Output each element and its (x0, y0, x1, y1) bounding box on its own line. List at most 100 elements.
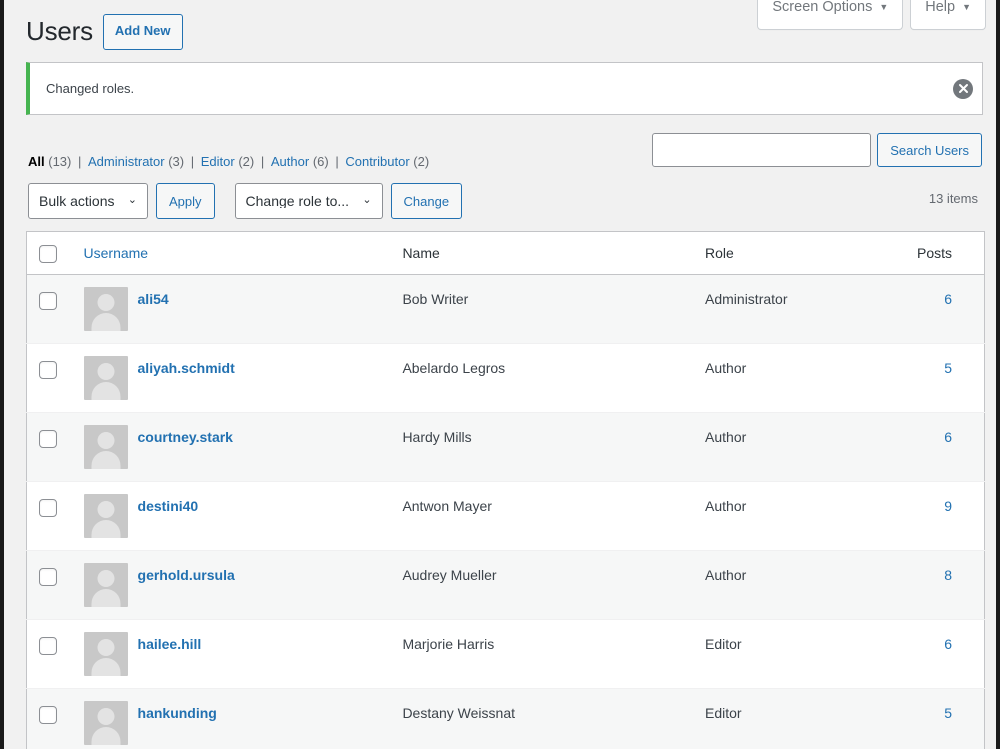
column-header-username: Username (73, 231, 393, 276)
user-cell: courtney.stark (83, 425, 383, 470)
username-link[interactable]: ali54 (138, 287, 169, 309)
users-table-body: ali54 Bob Writer Administrator 6 aliyah.… (26, 274, 985, 749)
filter-separator: | (260, 154, 265, 169)
table-row[interactable]: courtney.stark Hardy Mills Author 6 (26, 412, 985, 482)
help-tab[interactable]: Help ▼ (910, 0, 986, 30)
bulk-actions-toolbar: Bulk actions ⌄ Apply Change role to... ⌄… (28, 183, 463, 219)
select-all-checkbox[interactable] (39, 245, 57, 264)
screen-options-tab[interactable]: Screen Options ▼ (757, 0, 904, 30)
row-checkbox[interactable] (39, 636, 57, 655)
row-checkbox[interactable] (39, 498, 57, 517)
wp-admin-page: Screen Options ▼ Help ▼ Users Add New Ch… (8, 0, 996, 749)
filter-editor[interactable]: Editor (2) (201, 154, 254, 169)
row-checkbox[interactable] (39, 360, 57, 379)
row-select-cell (26, 550, 74, 620)
row-select-cell (26, 688, 74, 749)
chevron-down-icon: ▼ (962, 1, 971, 12)
filter-all[interactable]: All (13) (28, 154, 71, 169)
row-username-cell: courtney.stark (73, 412, 393, 482)
apply-button[interactable]: Apply (156, 183, 215, 219)
username-link[interactable]: gerhold.ursula (138, 563, 235, 585)
row-role-cell: Author (695, 481, 870, 551)
avatar (83, 425, 128, 470)
browser-window-frame: Screen Options ▼ Help ▼ Users Add New Ch… (0, 0, 1000, 749)
table-row[interactable]: destini40 Antwon Mayer Author 9 (26, 481, 985, 551)
filter-separator: | (335, 154, 339, 169)
user-cell: aliyah.schmidt (83, 356, 383, 401)
user-cell: ali54 (83, 287, 383, 332)
filter-author[interactable]: Author (6) (271, 154, 329, 169)
table-row[interactable]: gerhold.ursula Audrey Mueller Author 8 (26, 550, 985, 620)
username-link[interactable]: destini40 (138, 494, 199, 516)
change-role-button[interactable]: Change (390, 183, 463, 219)
avatar (83, 632, 128, 677)
select-all-header (26, 231, 74, 276)
row-name-cell: Hardy Mills (392, 412, 696, 482)
username-link[interactable]: courtney.stark (138, 425, 233, 447)
items-count: 13 items (928, 191, 978, 206)
row-posts-cell: 6 (869, 619, 985, 689)
filter-contributor[interactable]: Contributor (2) (345, 154, 429, 169)
posts-count-link[interactable]: 5 (944, 705, 952, 721)
username-link[interactable]: hailee.hill (138, 632, 202, 654)
users-table: Username Name Role Posts ali54 Bob Write… (26, 231, 985, 749)
filter-separator: | (78, 154, 82, 169)
row-checkbox[interactable] (39, 567, 57, 586)
row-posts-cell: 6 (869, 412, 985, 482)
row-select-cell (26, 274, 74, 344)
chevron-down-icon: ▼ (879, 1, 889, 12)
filter-contributor-link[interactable]: Contributor (345, 154, 409, 169)
posts-count-link[interactable]: 6 (944, 636, 952, 652)
screen-meta-links: Screen Options ▼ Help ▼ (757, 0, 986, 30)
bulk-actions-select[interactable]: Bulk actions (28, 183, 148, 219)
row-username-cell: gerhold.ursula (73, 550, 393, 620)
row-role-cell: Author (695, 412, 870, 482)
row-select-cell (26, 343, 74, 413)
column-header-role: Role (695, 231, 870, 276)
row-posts-cell: 8 (869, 550, 985, 620)
table-row[interactable]: hankunding Destany Weissnat Editor 5 (26, 688, 985, 749)
table-row[interactable]: ali54 Bob Writer Administrator 6 (26, 274, 985, 344)
row-username-cell: destini40 (73, 481, 393, 551)
posts-count-link[interactable]: 6 (944, 429, 952, 445)
table-row[interactable]: hailee.hill Marjorie Harris Editor 6 (26, 619, 985, 689)
filter-author-count: (6) (312, 154, 329, 169)
avatar (83, 356, 128, 401)
page-title: Users (26, 16, 93, 46)
filter-separator: | (190, 154, 195, 169)
username-link[interactable]: hankunding (138, 701, 217, 723)
row-name-cell: Marjorie Harris (392, 619, 696, 689)
row-posts-cell: 5 (869, 343, 985, 413)
row-name-cell: Audrey Mueller (392, 550, 696, 620)
posts-count-link[interactable]: 8 (944, 567, 952, 583)
filter-all-link[interactable]: All (28, 154, 45, 169)
search-users-button[interactable]: Search Users (877, 133, 982, 167)
table-row[interactable]: aliyah.schmidt Abelardo Legros Author 5 (26, 343, 985, 413)
row-checkbox[interactable] (39, 429, 57, 448)
user-cell: hankunding (83, 701, 383, 746)
filter-administrator[interactable]: Administrator (3) (88, 154, 184, 169)
row-checkbox[interactable] (39, 705, 57, 724)
change-role-select[interactable]: Change role to... (234, 183, 383, 219)
close-icon[interactable] (953, 78, 973, 99)
posts-count-link[interactable]: 6 (944, 291, 952, 307)
posts-count-link[interactable]: 5 (944, 360, 952, 376)
avatar (83, 563, 128, 608)
row-username-cell: hankunding (73, 688, 393, 749)
filter-author-link[interactable]: Author (271, 154, 309, 169)
filter-administrator-link[interactable]: Administrator (88, 154, 165, 169)
row-username-cell: ali54 (73, 274, 393, 344)
add-new-user-button[interactable]: Add New (102, 14, 183, 50)
posts-count-link[interactable]: 9 (944, 498, 952, 514)
user-cell: hailee.hill (83, 632, 383, 677)
search-input[interactable] (652, 133, 872, 167)
sort-username-link[interactable]: Username (84, 245, 149, 261)
notice-message: Changed roles. (46, 80, 135, 96)
row-role-cell: Author (695, 550, 870, 620)
page-heading-row: Users Add New (26, 14, 183, 50)
row-posts-cell: 9 (869, 481, 985, 551)
filter-editor-link[interactable]: Editor (201, 154, 235, 169)
row-checkbox[interactable] (39, 291, 57, 310)
username-link[interactable]: aliyah.schmidt (138, 356, 235, 378)
filter-contributor-count: (2) (413, 154, 430, 169)
